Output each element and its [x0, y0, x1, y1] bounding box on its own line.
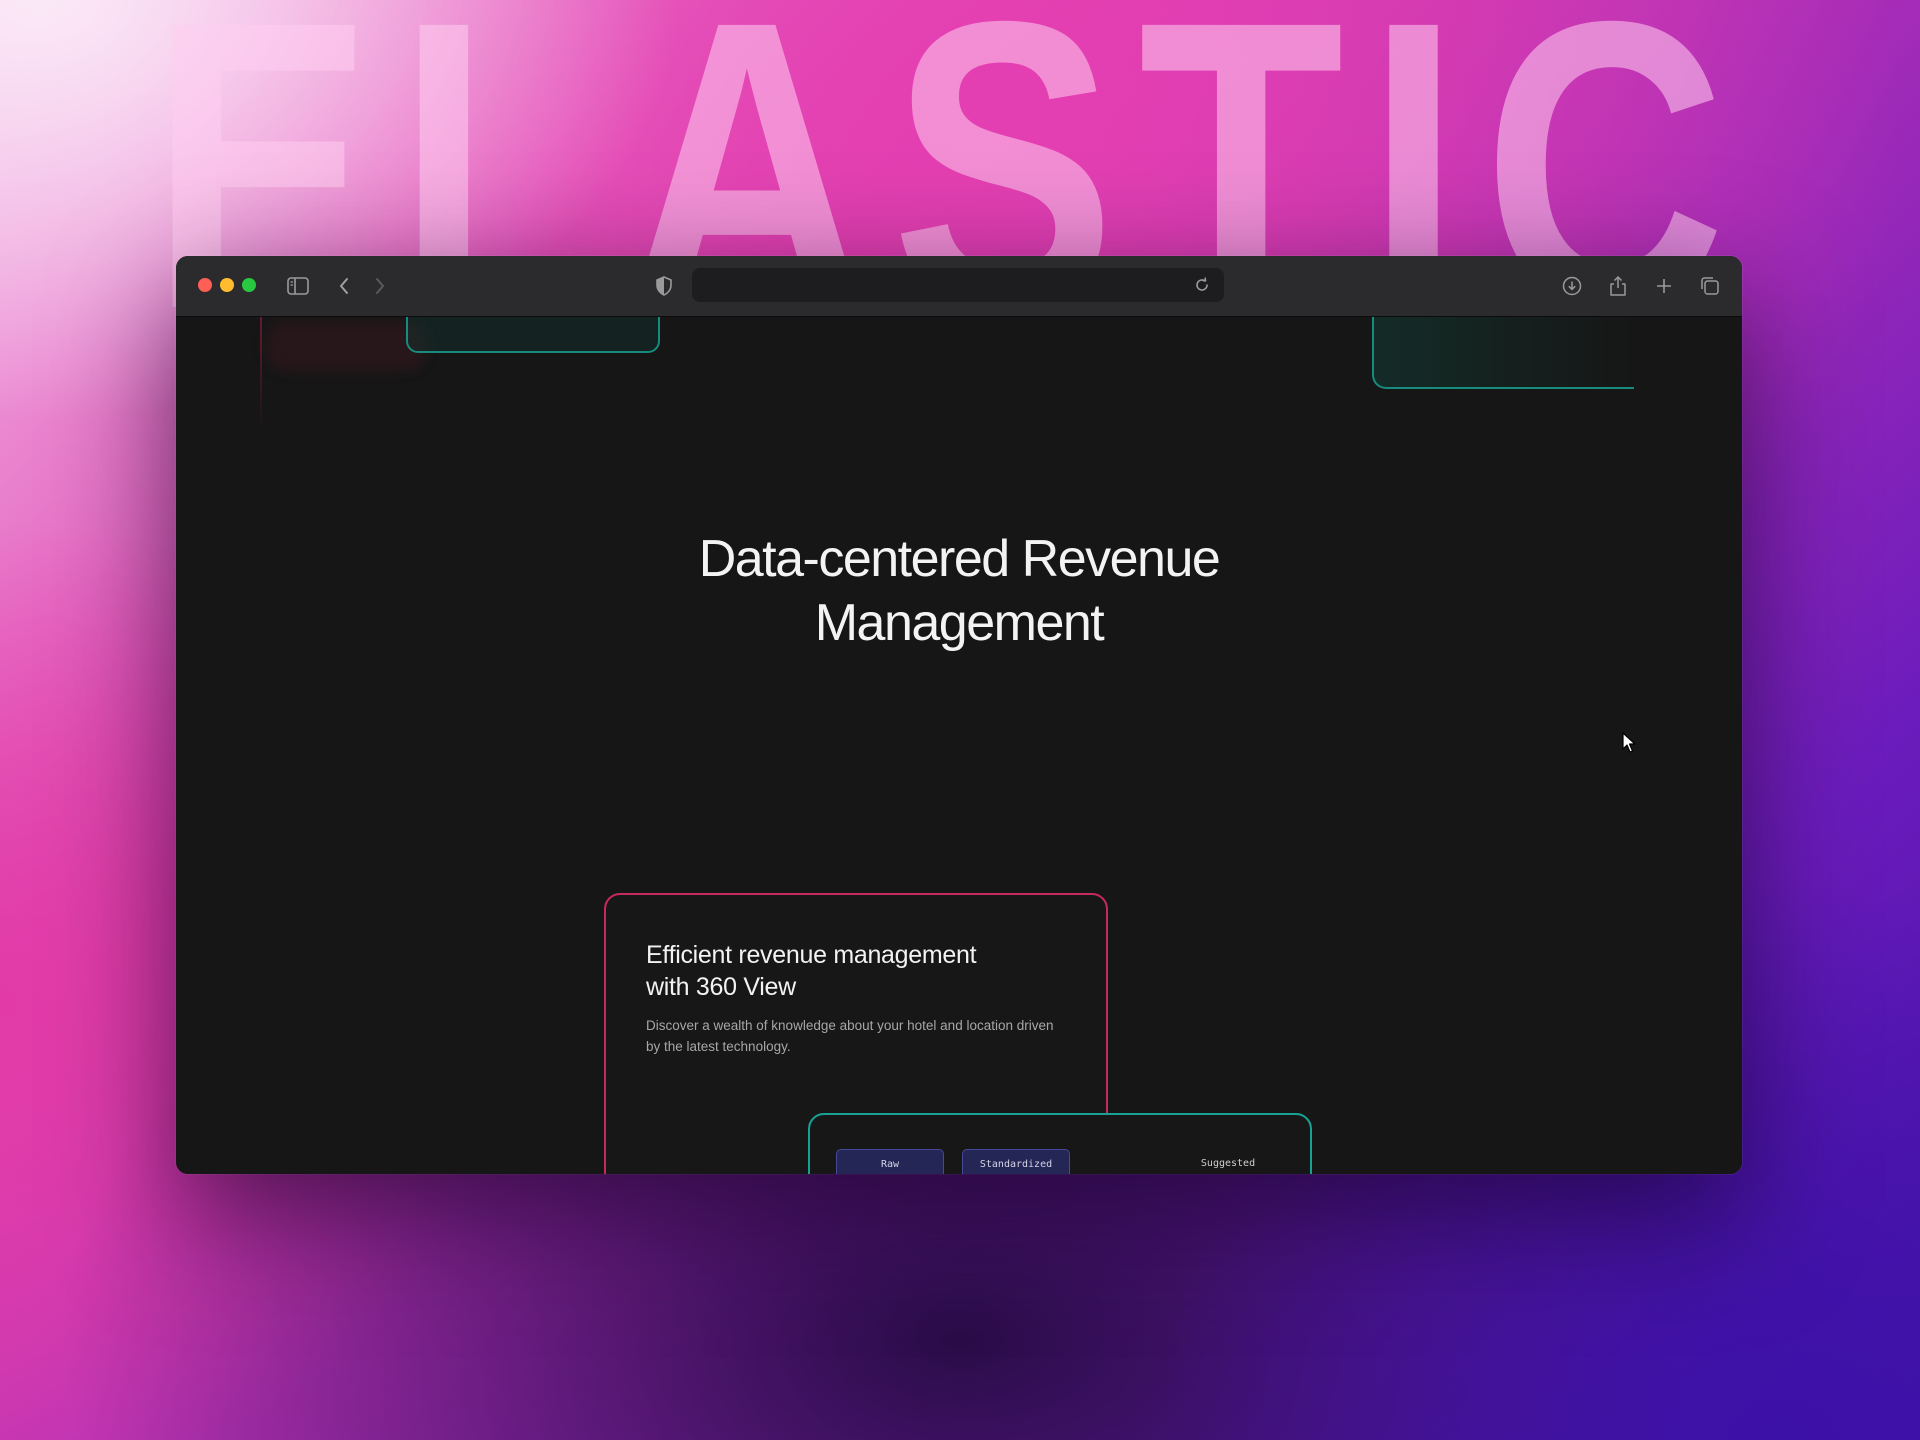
decorative-line — [260, 317, 262, 431]
hero-title: Data-centered Revenue Management — [176, 527, 1742, 655]
suggested-label: Suggested — [1200, 1157, 1256, 1169]
forward-chevron-icon[interactable] — [366, 272, 394, 300]
hero-title-line-1: Data-centered Revenue — [698, 530, 1221, 588]
feature-card-title-line-1: Efficient revenue management — [646, 941, 977, 969]
standardized-option-button[interactable]: Standardized — [962, 1149, 1070, 1174]
mouse-cursor-icon — [1622, 732, 1636, 759]
page-content: Data-centered Revenue Management Efficie… — [176, 317, 1742, 1174]
feature-card-title-line-2: with 360 View — [646, 973, 796, 1001]
zoom-window-button[interactable] — [242, 278, 256, 292]
feature-card-description: Discover a wealth of knowledge about you… — [646, 1018, 1054, 1054]
address-bar[interactable] — [692, 268, 1224, 302]
reload-icon[interactable] — [1188, 271, 1216, 299]
hero-title-line-2: Management — [814, 594, 1105, 652]
browser-toolbar — [176, 256, 1742, 317]
decorative-glow — [266, 321, 426, 371]
tab-overview-icon[interactable] — [1696, 272, 1724, 300]
browser-window: Data-centered Revenue Management Efficie… — [176, 256, 1742, 1174]
sidebar-icon[interactable] — [284, 272, 312, 300]
shield-icon[interactable] — [650, 272, 678, 300]
data-view-card: Raw Standardized Suggested — [808, 1113, 1312, 1174]
download-icon[interactable] — [1558, 272, 1586, 300]
raw-option-button[interactable]: Raw — [836, 1149, 944, 1174]
minimize-window-button[interactable] — [220, 278, 234, 292]
feature-card-title: Efficient revenue management with 360 Vi… — [646, 939, 1066, 1003]
close-window-button[interactable] — [198, 278, 212, 292]
new-tab-plus-icon[interactable] — [1650, 272, 1678, 300]
back-chevron-icon[interactable] — [330, 272, 358, 300]
decorative-card-outline-right — [1372, 317, 1634, 389]
share-icon[interactable] — [1604, 272, 1632, 300]
decorative-card-outline — [406, 317, 660, 353]
